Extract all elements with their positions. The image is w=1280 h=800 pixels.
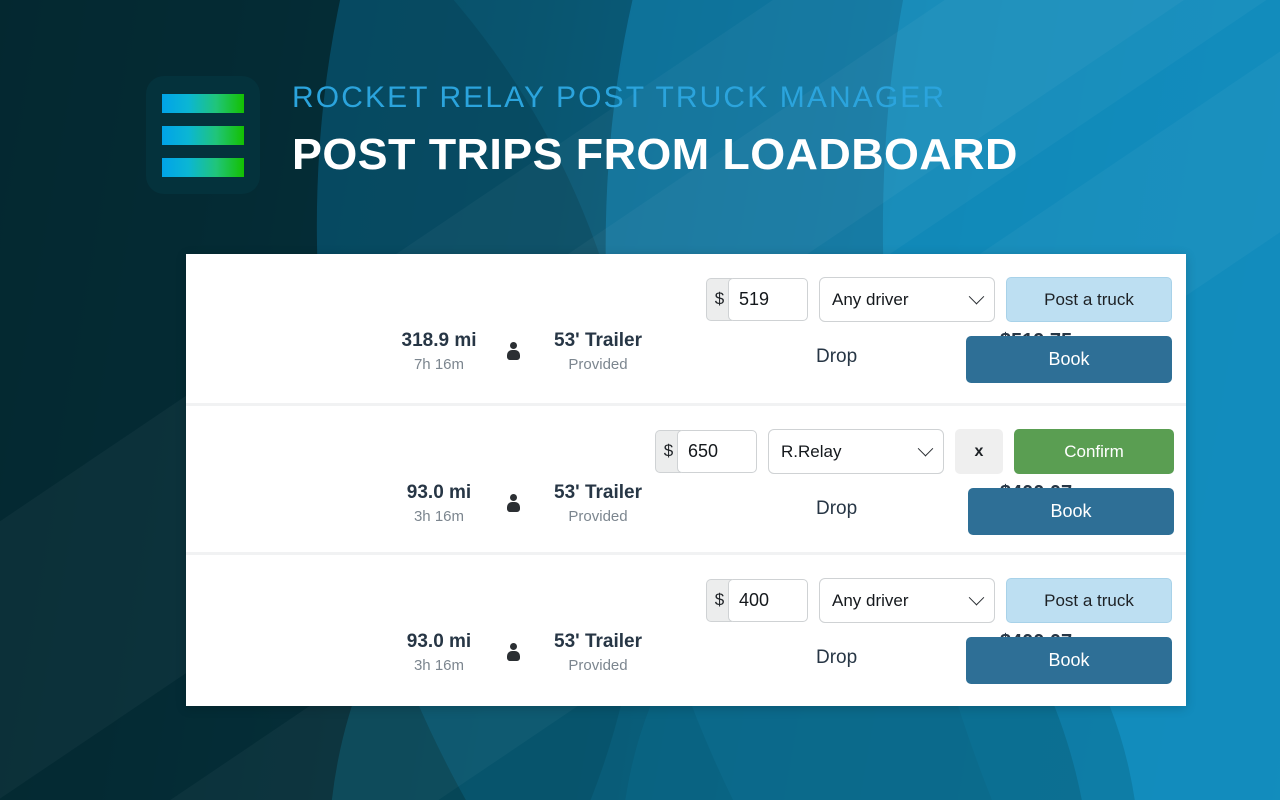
- logo-bar-2: [162, 125, 244, 145]
- equipment-value: 53' Trailer: [554, 330, 642, 351]
- logo-bar-3: [162, 157, 244, 177]
- duration-value: 3h 16m: [413, 656, 465, 674]
- post-a-truck-button[interactable]: Post a truck: [1006, 277, 1172, 322]
- driver-select-value: Any driver: [832, 289, 909, 309]
- equipment-value: 53' Trailer: [554, 631, 642, 652]
- trip-row: $ Any driver Post a truck 93.0 mi 3h 16m…: [186, 552, 1186, 701]
- distance-cell: 318.9 mi 7h 16m: [384, 328, 494, 376]
- duration-value: 7h 16m: [413, 355, 465, 373]
- driver-select[interactable]: R.Relay: [768, 429, 944, 474]
- driver-select[interactable]: Any driver: [819, 578, 995, 623]
- amount-input-group: $: [706, 579, 808, 622]
- stop-type-value: Drop: [816, 346, 858, 367]
- trip-row: $ R.Relay x Confirm 93.0 mi 3h 16m 53' T…: [186, 403, 1186, 552]
- equipment-cell: 53' Trailer Provided: [533, 328, 663, 376]
- trip-detail: 93.0 mi 3h 16m 53' Trailer Provided Drop…: [186, 480, 1186, 542]
- driver-select-value: Any driver: [832, 590, 909, 610]
- driver-indicator: [499, 494, 527, 515]
- chevron-down-icon: [917, 440, 934, 457]
- amount-input[interactable]: [728, 579, 808, 622]
- page-title: POST TRIPS FROM LOADBOARD: [292, 130, 1018, 179]
- equipment-value: 53' Trailer: [554, 482, 642, 503]
- amount-input[interactable]: [677, 430, 757, 473]
- person-icon: [506, 342, 521, 363]
- driver-select-value: R.Relay: [781, 441, 842, 461]
- driver-indicator: [499, 342, 527, 363]
- chevron-down-icon: [968, 288, 985, 305]
- book-button[interactable]: Book: [966, 637, 1172, 684]
- confirm-button[interactable]: Confirm: [1014, 429, 1174, 474]
- equipment-note: Provided: [568, 355, 628, 373]
- distance-cell: 93.0 mi 3h 16m: [384, 480, 494, 528]
- equipment-note: Provided: [568, 507, 628, 525]
- stop-type-cell: Drop: [816, 496, 857, 522]
- logo-bar-1: [162, 93, 244, 113]
- person-icon: [506, 494, 521, 515]
- distance-value: 93.0 mi: [406, 482, 472, 503]
- person-icon: [506, 643, 521, 664]
- driver-indicator: [499, 643, 527, 664]
- driver-select[interactable]: Any driver: [819, 277, 995, 322]
- trip-detail: 93.0 mi 3h 16m 53' Trailer Provided Drop…: [186, 629, 1186, 691]
- stop-type-cell: Drop: [816, 645, 857, 671]
- equipment-cell: 53' Trailer Provided: [533, 480, 663, 528]
- equipment-cell: 53' Trailer Provided: [533, 629, 663, 677]
- trip-row: $ Any driver Post a truck 318.9 mi 7h 16…: [186, 254, 1186, 403]
- row-controls: $ R.Relay x Confirm: [655, 429, 1174, 474]
- page-subtitle: ROCKET RELAY POST TRUCK MANAGER: [292, 81, 947, 114]
- chevron-down-icon: [968, 589, 985, 606]
- stop-type-value: Drop: [816, 647, 858, 668]
- page-header: ROCKET RELAY POST TRUCK MANAGER POST TRI…: [146, 76, 1017, 194]
- post-a-truck-button[interactable]: Post a truck: [1006, 578, 1172, 623]
- distance-value: 318.9 mi: [401, 330, 477, 351]
- amount-input-group: $: [706, 278, 808, 321]
- book-button[interactable]: Book: [966, 336, 1172, 383]
- row-controls: $ Any driver Post a truck: [706, 578, 1172, 623]
- stop-type-cell: Drop: [816, 344, 857, 370]
- distance-value: 93.0 mi: [406, 631, 472, 652]
- equipment-note: Provided: [568, 656, 628, 674]
- amount-input[interactable]: [728, 278, 808, 321]
- amount-input-group: $: [655, 430, 757, 473]
- duration-value: 3h 16m: [413, 507, 465, 525]
- trip-list-card: $ Any driver Post a truck 318.9 mi 7h 16…: [186, 254, 1186, 706]
- stacked-bars-logo-icon: [146, 76, 260, 194]
- distance-cell: 93.0 mi 3h 16m: [384, 629, 494, 677]
- stop-type-value: Drop: [816, 498, 858, 519]
- row-controls: $ Any driver Post a truck: [706, 277, 1172, 322]
- cancel-post-button[interactable]: x: [955, 429, 1003, 474]
- trip-detail: 318.9 mi 7h 16m 53' Trailer Provided Dro…: [186, 328, 1186, 390]
- book-button[interactable]: Book: [968, 488, 1174, 535]
